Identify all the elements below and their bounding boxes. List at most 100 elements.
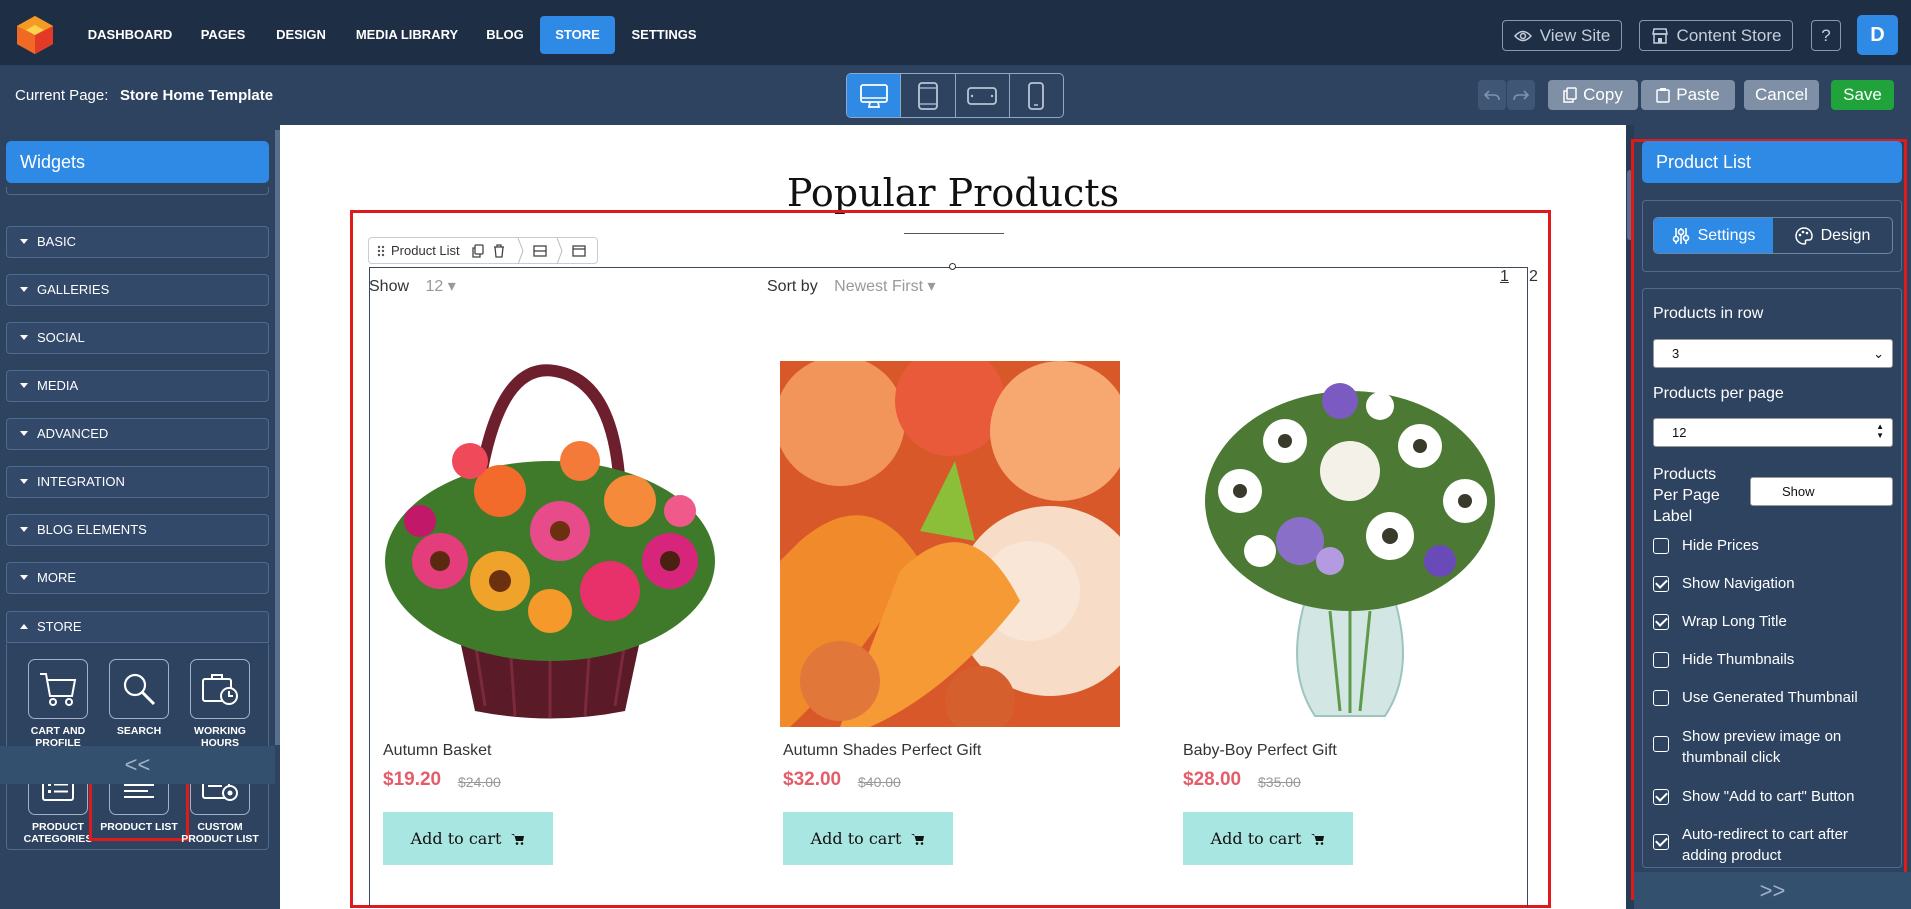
cancel-button[interactable]: Cancel [1744,80,1819,110]
widget-toolbar: Product List [368,237,598,264]
product-old-price: $35.00 [1258,774,1301,790]
nav-media-library[interactable]: MEDIA LIBRARY [350,16,464,54]
user-avatar[interactable]: D [1857,15,1898,55]
product-name[interactable]: Baby-Boy Perfect Gift [1183,742,1337,760]
hide-thumbnails-checkbox[interactable]: Hide Thumbnails [1653,649,1794,670]
add-to-cart-button[interactable]: Add to cart [783,812,953,865]
show-navigation-checkbox[interactable]: Show Navigation [1653,573,1795,594]
category-basic[interactable]: BASIC [6,226,269,258]
help-button[interactable]: ? [1811,20,1841,51]
show-filter: Show 12 ▾ [369,276,456,296]
product-image[interactable] [780,361,1120,727]
add-to-cart-button[interactable]: Add to cart [383,812,553,865]
widget-working-hours[interactable]: WORKING HOURS [178,659,262,749]
checkbox-box[interactable] [1653,614,1669,630]
collapse-left-sidebar-button[interactable]: << [0,746,275,784]
mobile-view-button[interactable] [1010,74,1063,117]
use-generated-thumbnail-checkbox[interactable]: Use Generated Thumbnail [1653,687,1858,708]
checkbox-box[interactable] [1653,736,1669,752]
redo-button[interactable] [1507,80,1535,110]
widget-cart-and-profile[interactable]: CART AND PROFILE [16,659,100,749]
section-title[interactable]: Popular Products [280,171,1626,215]
show-preview-image-checkbox[interactable]: Show preview image on thumbnail click [1653,726,1873,768]
content-store-button[interactable]: Content Store [1639,20,1793,51]
product-name[interactable]: Autumn Shades Perfect Gift [783,742,981,760]
category-store[interactable]: STORE [6,611,269,643]
view-site-button[interactable]: View Site [1502,20,1622,51]
widget-search[interactable]: SEARCH [97,659,181,737]
checkbox-label: Wrap Long Title [1682,613,1787,630]
checkbox-box[interactable] [1653,690,1669,706]
category-social[interactable]: SOCIAL [6,322,269,354]
sliders-icon [1672,227,1690,245]
resize-handle[interactable] [949,263,956,270]
page-link-2[interactable]: 2 [1529,268,1538,286]
category-integration[interactable]: INTEGRATION [6,466,269,498]
desktop-view-button[interactable] [847,74,902,117]
checkbox-label: Use Generated Thumbnail [1682,689,1858,706]
save-button[interactable]: Save [1831,80,1894,110]
copy-label: Copy [1583,85,1623,104]
delete-icon[interactable] [493,243,505,258]
product-image[interactable] [380,361,720,727]
undo-button[interactable] [1478,80,1506,110]
nav-pages[interactable]: PAGES [195,16,251,54]
stepper-icon[interactable]: ▲ ▼ [1876,422,1884,440]
checkbox-box[interactable] [1653,538,1669,554]
collapse-right-panel-button[interactable]: >> [1634,872,1911,909]
editor-toolbar: Current Page: Store Home Template Copy P… [0,65,1911,125]
nav-design[interactable]: DESIGN [268,16,334,54]
category-blog-elements[interactable]: BLOG ELEMENTS [6,514,269,546]
product-image[interactable] [1180,361,1520,727]
products-in-row-select[interactable]: 3 ⌄ [1653,339,1893,368]
checkbox-box[interactable] [1653,576,1669,592]
per-page-label-input[interactable]: Show [1750,477,1893,506]
nav-settings[interactable]: SETTINGS [626,16,702,54]
checkbox-box[interactable] [1653,834,1669,850]
parent-container-icon[interactable] [533,244,547,257]
structure-category-partial[interactable] [6,187,269,195]
tab-settings-label: Settings [1697,226,1756,244]
duplicate-icon[interactable] [472,243,484,258]
auto-redirect-checkbox[interactable]: Auto-redirect to cart after adding produ… [1653,824,1873,866]
drag-handle-icon[interactable] [377,245,385,257]
tab-settings[interactable]: Settings [1654,218,1773,253]
store-icon [1651,27,1669,44]
checkbox-box[interactable] [1653,652,1669,668]
products-per-page-input[interactable]: 12 ▲ ▼ [1653,418,1893,447]
product-price: $32.00 [783,769,842,790]
show-select[interactable]: 12 ▾ [425,278,455,295]
show-add-to-cart-checkbox[interactable]: Show "Add to cart" Button [1653,786,1854,807]
category-more[interactable]: MORE [6,562,269,594]
wrap-long-title-checkbox[interactable]: Wrap Long Title [1653,611,1787,632]
add-to-cart-label: Add to cart [410,829,502,848]
widgets-sidebar: Widgets BASIC GALLERIES SOCIAL MEDIA ADV… [0,125,280,909]
tab-design[interactable]: Design [1773,218,1892,253]
checkbox-label: Hide Prices [1682,537,1759,554]
paste-button[interactable]: Paste [1641,80,1735,110]
product-name[interactable]: Autumn Basket [383,742,492,760]
add-to-cart-button[interactable]: Add to cart [1183,812,1353,865]
category-galleries[interactable]: GALLERIES [6,274,269,306]
tablet-landscape-view-button[interactable] [956,74,1010,117]
checkbox-box[interactable] [1653,789,1669,805]
category-media[interactable]: MEDIA [6,370,269,402]
section-container-icon[interactable] [572,244,586,257]
sort-select[interactable]: Newest First ▾ [834,278,935,295]
working-hours-icon [190,659,250,719]
tablet-portrait-view-button[interactable] [901,74,956,117]
checkbox-label: Hide Thumbnails [1682,651,1795,668]
page-link-1[interactable]: 1 [1500,268,1509,286]
app-logo[interactable] [14,14,56,56]
nav-blog[interactable]: BLOG [478,16,532,54]
checkbox-label: Show preview image on thumbnail click [1682,728,1842,766]
sort-filter: Sort by Newest First ▾ [767,276,936,296]
cart-icon [911,833,925,845]
hide-prices-checkbox[interactable]: Hide Prices [1653,535,1759,556]
nav-dashboard[interactable]: DASHBOARD [80,16,180,54]
copy-button[interactable]: Copy [1548,80,1638,110]
category-advanced[interactable]: ADVANCED [6,418,269,450]
cancel-label: Cancel [1755,85,1808,104]
nav-store[interactable]: STORE [540,16,615,54]
chevron-down-icon: ⌄ [1873,346,1884,361]
